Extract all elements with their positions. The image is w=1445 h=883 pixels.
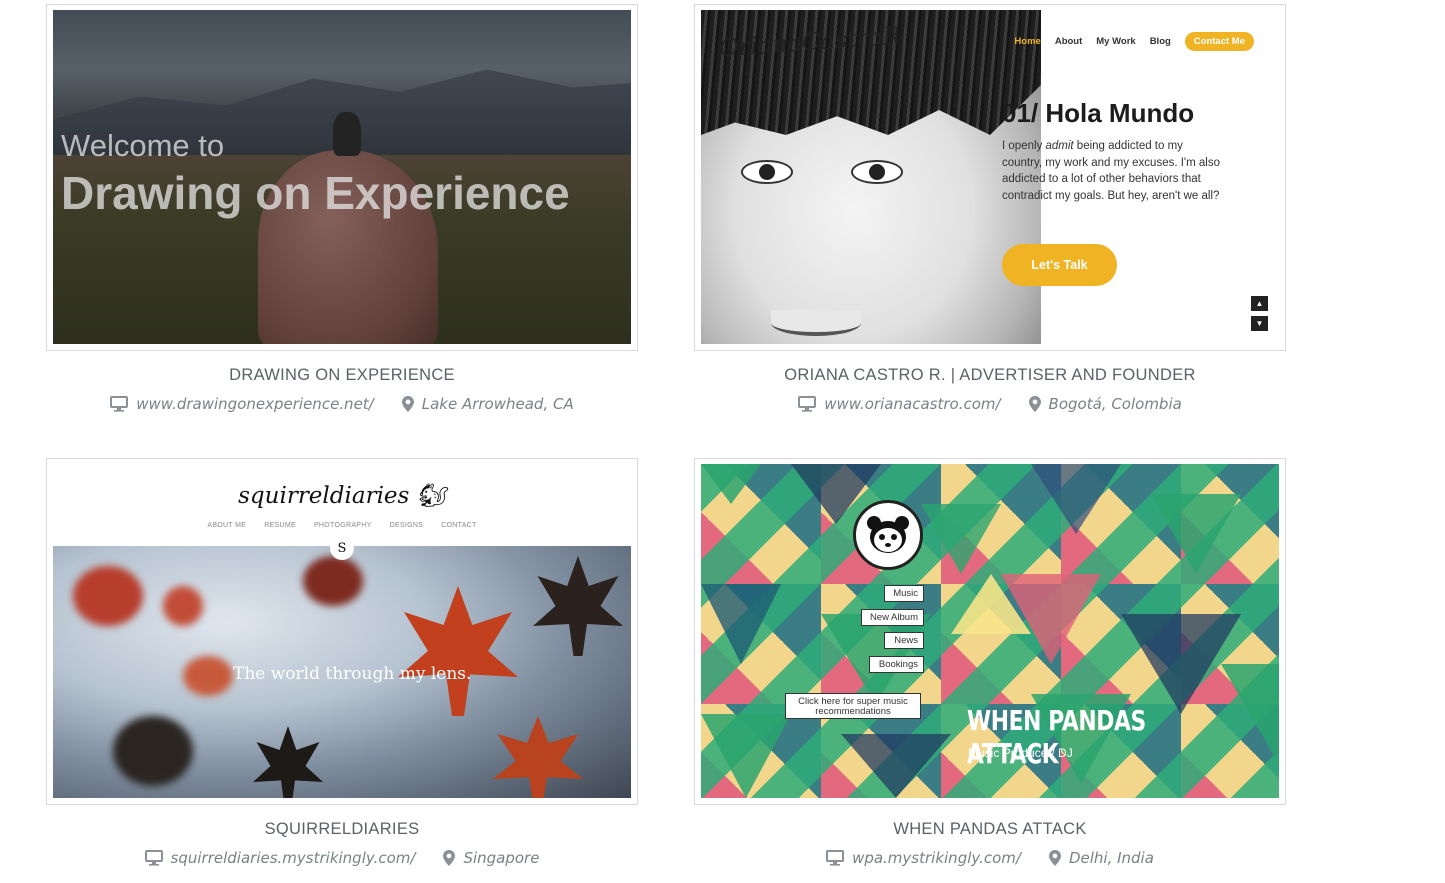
site-meta: www.orianacastro.com/ Bogotá, Colombia [694,395,1286,413]
monitor-icon [826,850,845,866]
preview-nav: ABOUT ME RESUME PHOTOGRAPHY DESIGNS CONT… [207,522,477,529]
site-url[interactable]: www.drawingonexperience.net/ [136,395,373,413]
site-location: Delhi, India [1068,849,1154,867]
preview-lets-talk-button: Let's Talk [1002,244,1117,286]
scroll-up-icon: ▲ [1251,296,1268,311]
preview-recommendations-button: Click here for super music recommendatio… [785,693,921,719]
map-pin-icon [401,396,414,412]
preview-menu-bookings: Bookings [869,656,924,673]
site-thumbnail[interactable]: squirreldiaries 🐿 ABOUT ME RESUME PHOTOG… [53,464,631,798]
site-thumbnail-frame[interactable]: Music New Album News Bookings Click here… [694,458,1286,805]
site-thumbnail-frame[interactable]: Welcome to Drawing on Experience [46,4,638,351]
site-url[interactable]: wpa.mystrikingly.com/ [852,849,1021,867]
preview-heading: WHEN PANDAS ATTACK [967,704,1146,770]
site-thumbnail[interactable]: OrianaCastroR Home About My Work Blog Co… [701,10,1279,344]
site-title[interactable]: ORIANA CASTRO R. | ADVERTISER AND FOUNDE… [694,366,1286,385]
site-meta: wpa.mystrikingly.com/ Delhi, India [694,849,1286,867]
preview-welcome-text: Welcome to [61,128,225,163]
monitor-icon [110,396,129,412]
preview-nav: Home About My Work Blog Contact Me [1014,32,1254,51]
site-meta: www.drawingonexperience.net/ Lake Arrowh… [46,395,638,413]
site-location: Lake Arrowhead, CA [421,395,574,413]
site-url[interactable]: squirreldiaries.mystrikingly.com/ [171,849,416,867]
site-title[interactable]: WHEN PANDAS ATTACK [694,820,1286,839]
site-meta: squirreldiaries.mystrikingly.com/ Singap… [46,849,638,867]
preview-headline: Drawing on Experience [61,167,570,219]
site-thumbnail[interactable]: Music New Album News Bookings Click here… [701,464,1279,798]
site-location: Singapore [463,849,540,867]
site-location: Bogotá, Colombia [1048,395,1182,413]
site-url[interactable]: www.orianacastro.com/ [824,395,1000,413]
preview-body-text: I openly admit being addicted to my coun… [1002,140,1220,202]
monitor-icon [798,396,817,412]
map-pin-icon [1028,396,1041,412]
squirrel-icon: 🐿 [416,483,446,509]
preview-menu-new-album: New Album [861,609,924,626]
scroll-down-icon: ▼ [1251,316,1268,331]
preview-nav-my-work: My Work [1096,36,1136,47]
site-thumbnail[interactable]: Welcome to Drawing on Experience [53,10,631,344]
preview-nav-contact: Contact Me [1184,32,1254,51]
map-pin-icon [1048,850,1061,866]
site-thumbnail-frame[interactable]: squirreldiaries 🐿 ABOUT ME RESUME PHOTOG… [46,458,638,805]
preview-nav-blog: Blog [1149,36,1171,47]
site-title[interactable]: DRAWING ON EXPERIENCE [46,366,638,385]
monitor-icon [144,850,163,866]
preview-tagline: The world through my lens. [233,664,472,684]
site-title[interactable]: SQUIRRELDIARIES [46,820,638,839]
preview-nav-about: About [1054,36,1083,47]
panda-avatar [853,500,923,570]
map-pin-icon [443,850,456,866]
preview-heading: 01/ Hola Mundo [1002,98,1195,128]
preview-badge: S [330,536,354,560]
site-thumbnail-frame[interactable]: OrianaCastroR Home About My Work Blog Co… [694,4,1286,351]
preview-menu-news: News [884,632,924,649]
preview-subheading: Music Producer/ DJ [968,746,1073,760]
preview-menu-music: Music [884,585,924,602]
preview-logo: squirreldiaries 🐿 [238,483,446,509]
preview-nav-home: Home [1014,36,1041,47]
